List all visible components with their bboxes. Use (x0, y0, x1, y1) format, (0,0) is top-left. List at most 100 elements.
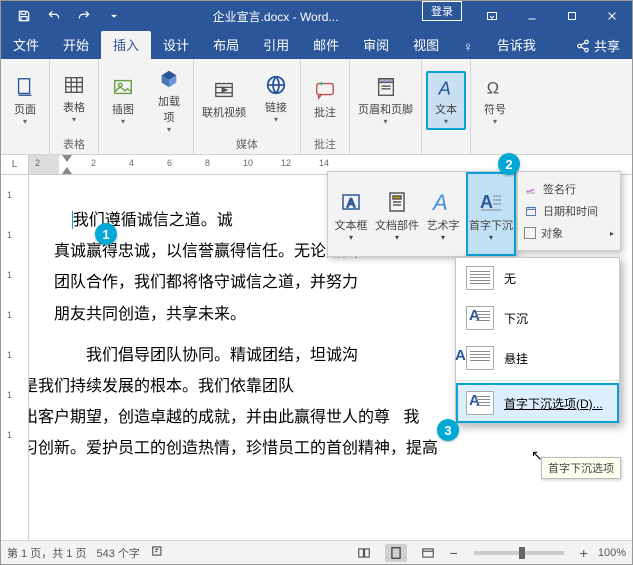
callout-1: 1 (95, 223, 117, 245)
window-title: 企业宣言.docx - Word... (129, 8, 422, 25)
video-icon (210, 78, 238, 102)
menu-separator (456, 380, 619, 381)
share-icon (576, 39, 590, 53)
undo-icon[interactable] (39, 1, 69, 31)
callout-2: 2 (498, 153, 520, 175)
headerfooter-label: 页眉和页脚 (358, 101, 413, 117)
redo-icon[interactable] (69, 1, 99, 31)
dropcap-button[interactable]: A 首字下沉 ▾ (466, 172, 516, 256)
zoom-thumb[interactable] (519, 547, 525, 559)
chevron-down-icon: ▾ (72, 115, 76, 124)
readmode-icon[interactable] (353, 544, 375, 562)
dropcap-dropped-label: 下沉 (504, 310, 528, 327)
login-button[interactable]: 登录 (422, 1, 462, 21)
dropcap-options-icon: A (466, 391, 494, 415)
zoom-in-icon[interactable]: + (580, 545, 588, 561)
dropcap-options[interactable]: A 首字下沉选项(D)... (456, 383, 619, 423)
online-video-button[interactable]: 联机视频 (198, 76, 250, 122)
word-count[interactable]: 543 个字 (96, 545, 139, 561)
illustrations-button[interactable]: 插图 ▾ (103, 73, 143, 128)
tab-review[interactable]: 审阅 (351, 31, 401, 59)
tab-design[interactable]: 设计 (151, 31, 201, 59)
tab-home[interactable]: 开始 (51, 31, 101, 59)
app-name: - Word... (289, 10, 338, 24)
tab-file[interactable]: 文件 (1, 31, 51, 59)
chevron-down-icon: ▾ (121, 117, 125, 126)
tab-help[interactable]: ♀ (451, 35, 485, 59)
text-button[interactable]: A 文本 ▾ (426, 71, 466, 130)
table-button[interactable]: 表格 ▾ (54, 71, 94, 126)
chevron-down-icon: ▾ (441, 233, 445, 242)
object-label: 对象 (541, 225, 563, 241)
minimize-icon[interactable] (512, 1, 552, 31)
wordart-button[interactable]: A 艺术字 ▾ (420, 172, 466, 256)
tab-references[interactable]: 引用 (251, 31, 301, 59)
zoom-slider[interactable] (474, 551, 564, 555)
tab-insert[interactable]: 插入 (101, 31, 151, 59)
quickparts-button[interactable]: 文档部件 ▾ (374, 172, 420, 256)
chevron-down-icon: ▾ (395, 233, 399, 242)
first-line-indent-icon[interactable] (62, 167, 72, 174)
ribbon-options-icon[interactable] (472, 1, 512, 31)
close-icon[interactable] (592, 1, 632, 31)
share-button[interactable]: 共享 (564, 32, 632, 59)
chevron-right-icon: ▸ (610, 229, 614, 238)
chevron-down-icon: ▾ (489, 233, 493, 242)
link-icon (262, 73, 290, 97)
chevron-down-icon: ▾ (274, 115, 278, 124)
object-button[interactable]: 对象 ▸ (524, 222, 614, 244)
page-indicator[interactable]: 第 1 页，共 1 页 (7, 545, 86, 561)
tab-layout[interactable]: 布局 (201, 31, 251, 59)
group-media: 联机视频 链接 ▾ 媒体 (194, 59, 301, 154)
textbox-button[interactable]: A 文本框 ▾ (328, 172, 374, 256)
dropcap-dropped[interactable]: A 下沉 (456, 298, 619, 338)
dropcap-options-label: 首字下沉选项(D)... (504, 395, 603, 412)
tab-view[interactable]: 视图 (401, 31, 451, 59)
comment-button[interactable]: 批注 (305, 76, 345, 122)
group-text: A 文本 ▾ (422, 59, 471, 154)
zoom-level[interactable]: 100% (598, 547, 626, 559)
chevron-down-icon: ▾ (383, 117, 387, 126)
qat-dropdown-icon[interactable] (99, 1, 129, 31)
datetime-button[interactable]: 日期和时间 (524, 200, 614, 222)
dropcap-none[interactable]: 无 (456, 258, 619, 298)
printlayout-icon[interactable] (385, 544, 407, 562)
addin-icon (155, 67, 183, 91)
ribbon-tabs: 文件 开始 插入 设计 布局 引用 邮件 审阅 视图 ♀ 告诉我 共享 (1, 31, 632, 59)
comment-icon (311, 78, 339, 102)
vertical-ruler[interactable]: 1 1 1 1 1 1 1 (1, 175, 29, 545)
zoom-out-icon[interactable]: − (449, 545, 457, 561)
headerfooter-icon (372, 75, 400, 99)
save-icon[interactable] (9, 1, 39, 31)
callout-3: 3 (437, 419, 459, 441)
spellcheck-icon[interactable] (150, 544, 166, 561)
dropcap-dropped-icon: A (466, 306, 494, 330)
dropcap-icon: A (478, 187, 504, 217)
pages-button[interactable]: 页面 ▾ (5, 73, 45, 128)
svg-text:A: A (347, 196, 355, 210)
symbols-button[interactable]: Ω 符号 ▾ (475, 73, 515, 128)
svg-text:A: A (438, 77, 451, 98)
signature-line-button[interactable]: 签名行 (524, 178, 614, 200)
headerfooter-button[interactable]: 页眉和页脚 ▾ (354, 73, 417, 128)
quickparts-icon (384, 187, 410, 217)
group-headerfooter: 页眉和页脚 ▾ (350, 59, 422, 154)
tab-selector[interactable]: L (1, 155, 29, 174)
tooltip: 首字下沉选项 (541, 457, 621, 479)
group-page: 页面 ▾ (1, 59, 50, 154)
hanging-indent-icon[interactable] (62, 155, 72, 162)
svg-text:Ω: Ω (487, 79, 499, 97)
svg-text:A: A (431, 190, 448, 214)
addins-button[interactable]: 加载 项 ▾ (149, 65, 189, 136)
group-symbols: Ω 符号 ▾ (471, 59, 519, 154)
omega-icon: Ω (481, 75, 509, 99)
weblayout-icon[interactable] (417, 544, 439, 562)
maximize-icon[interactable] (552, 1, 592, 31)
symbols-label: 符号 (484, 101, 506, 117)
link-button[interactable]: 链接 ▾ (256, 71, 296, 126)
status-bar: 第 1 页，共 1 页 543 个字 − + 100% (1, 540, 632, 564)
dropcap-inmargin[interactable]: A 悬挂 (456, 338, 619, 378)
tab-tellme[interactable]: 告诉我 (485, 31, 548, 59)
tab-mailings[interactable]: 邮件 (301, 31, 351, 59)
group-comments: 批注 批注 (301, 59, 350, 154)
